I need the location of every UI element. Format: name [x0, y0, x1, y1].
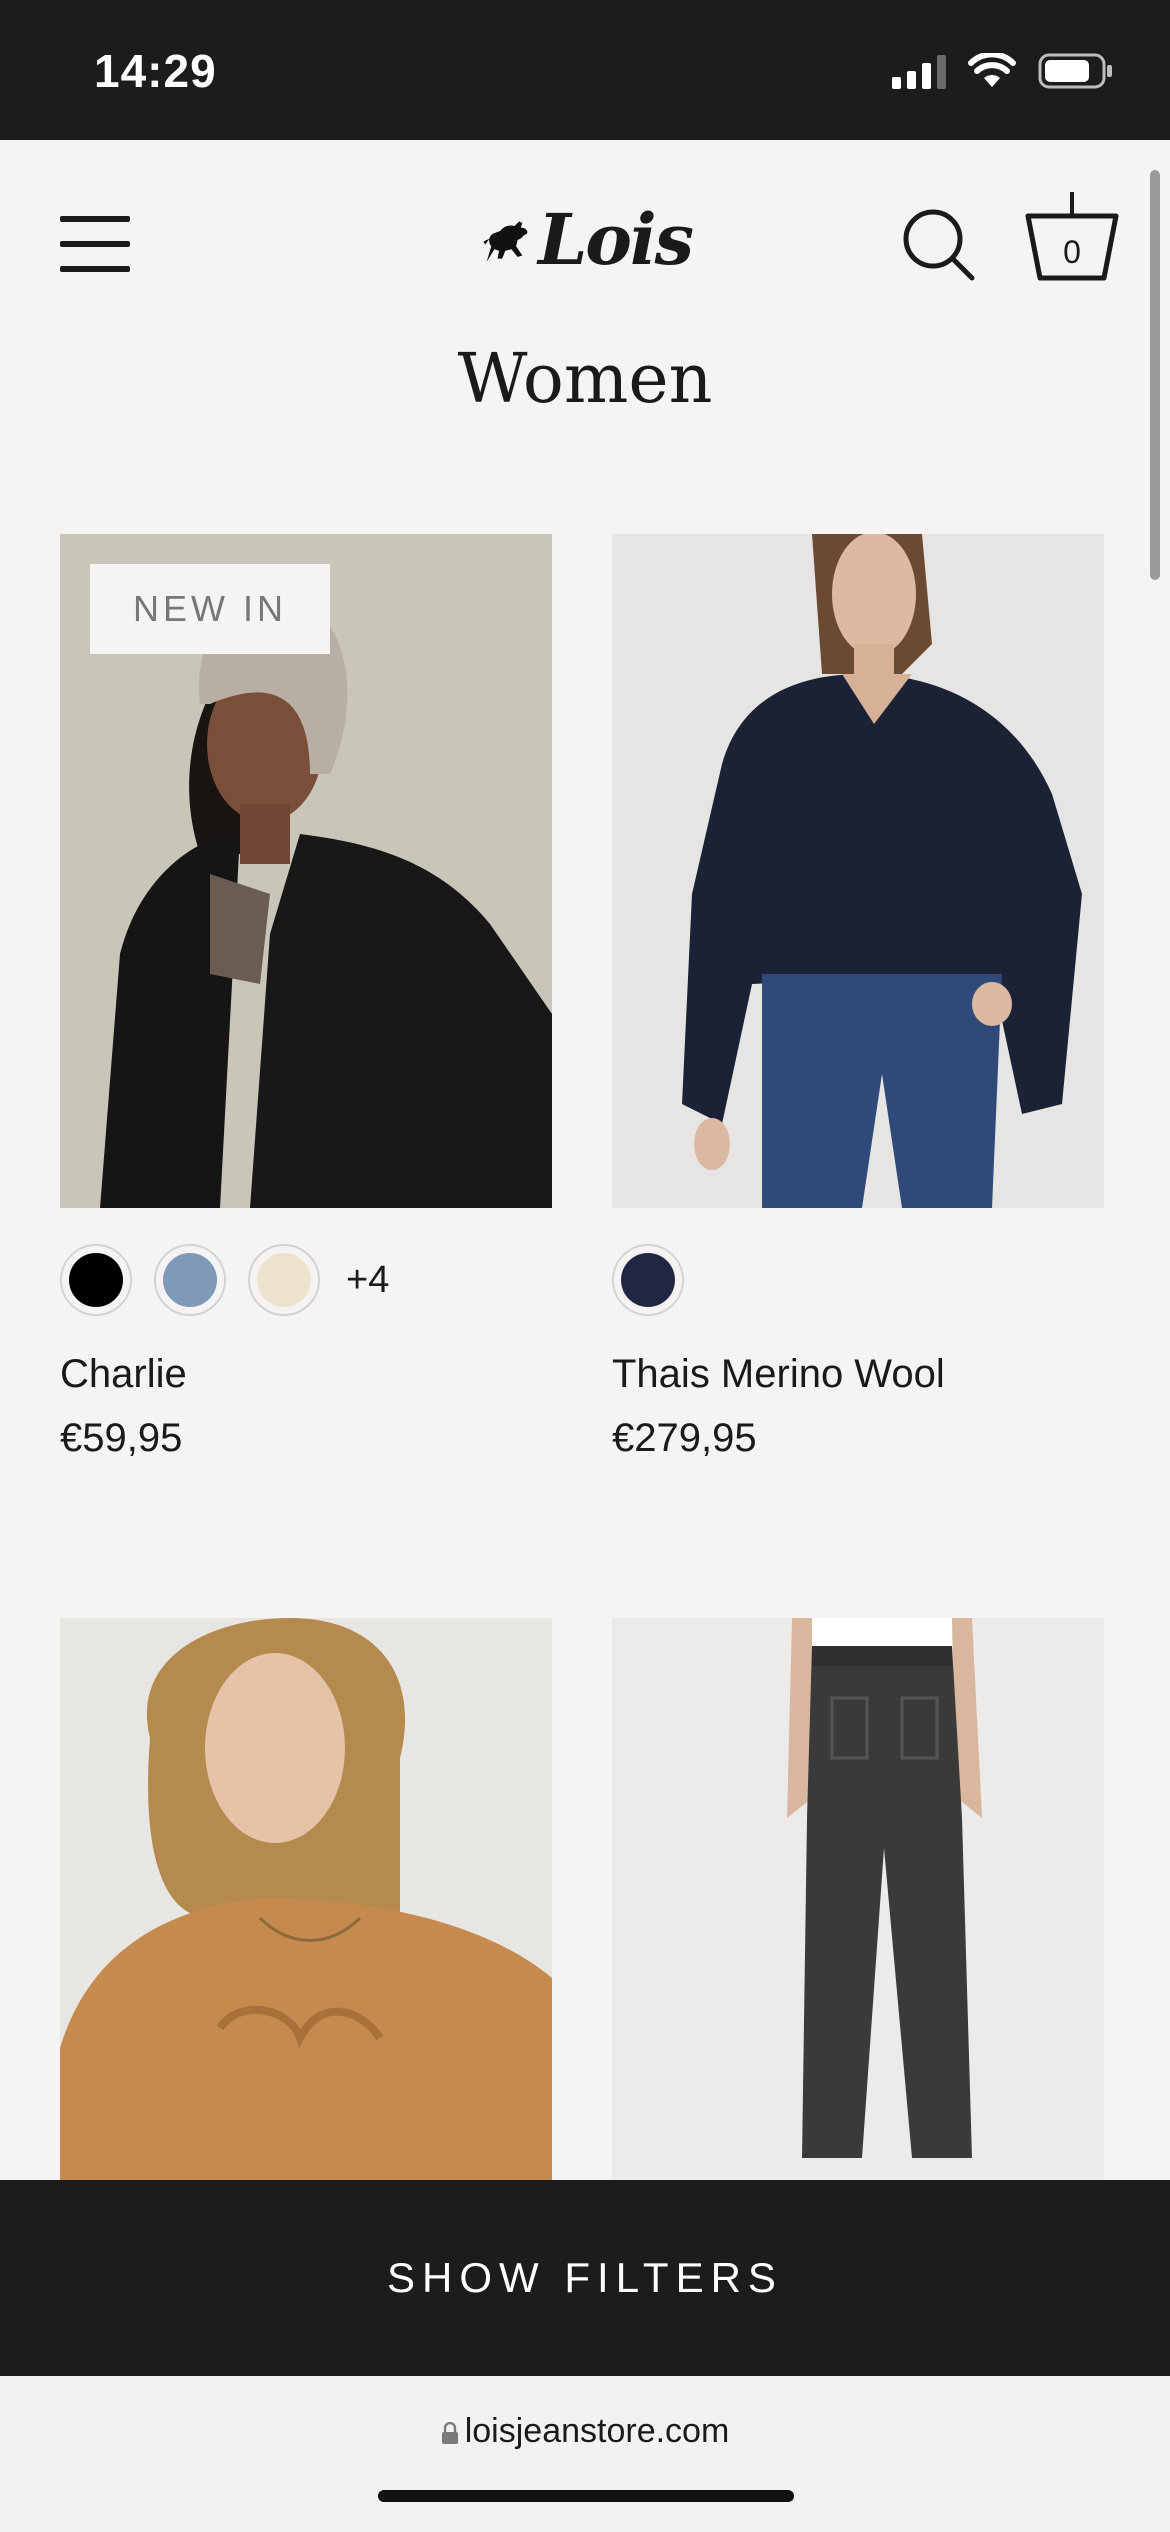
product-card[interactable]: Thais Merino Wool €279,95: [612, 534, 1104, 1484]
color-swatch[interactable]: [60, 1244, 132, 1316]
product-image[interactable]: [612, 1618, 1104, 2180]
product-name[interactable]: Charlie: [60, 1352, 187, 1397]
color-swatch[interactable]: [612, 1244, 684, 1316]
color-swatches: [612, 1244, 684, 1316]
product-price: €279,95: [612, 1416, 757, 1460]
color-swatch[interactable]: [154, 1244, 226, 1316]
color-swatch[interactable]: [248, 1244, 320, 1316]
logo-text: Lois: [538, 198, 694, 281]
basket-icon[interactable]: 0: [1024, 190, 1120, 282]
hamburger-menu-icon[interactable]: [60, 216, 130, 272]
product-card[interactable]: [60, 1618, 552, 2180]
product-card[interactable]: [612, 1618, 1104, 2180]
lock-icon: [441, 2422, 458, 2444]
browser-url-bar[interactable]: loisjeanstore.com: [0, 2376, 1170, 2532]
show-filters-label: SHOW FILTERS: [387, 2254, 783, 2301]
page-title: Women: [457, 340, 713, 419]
wifi-icon: [968, 53, 1016, 87]
product-image[interactable]: [60, 1618, 552, 2180]
brand-logo[interactable]: Lois: [482, 198, 694, 281]
home-indicator[interactable]: [378, 2490, 794, 2502]
url-display[interactable]: loisjeanstore.com: [0, 2412, 1170, 2451]
status-time: 14:29: [94, 45, 217, 97]
bull-logo-icon: [483, 221, 528, 262]
battery-icon: [1038, 53, 1112, 89]
product-card[interactable]: NEW IN +4 Charlie €59,95: [60, 534, 552, 1484]
status-bar: 14:29: [0, 0, 1170, 140]
url-text: loisjeanstore.com: [464, 2412, 730, 2450]
product-name[interactable]: Thais Merino Wool: [612, 1352, 945, 1397]
color-swatches: +4: [60, 1244, 389, 1316]
basket-count: 0: [1063, 234, 1081, 270]
product-price: €59,95: [60, 1416, 183, 1460]
search-icon[interactable]: [900, 206, 976, 282]
product-image[interactable]: NEW IN: [60, 534, 552, 1208]
site-header: Lois 0: [0, 140, 1170, 340]
product-image[interactable]: [612, 534, 1104, 1208]
cellular-signal-icon: [892, 53, 946, 89]
show-filters-button[interactable]: SHOW FILTERS: [0, 2180, 1170, 2376]
status-icons: [892, 52, 1114, 90]
new-in-badge: NEW IN: [90, 564, 330, 654]
more-colors-count[interactable]: +4: [346, 1259, 389, 1302]
